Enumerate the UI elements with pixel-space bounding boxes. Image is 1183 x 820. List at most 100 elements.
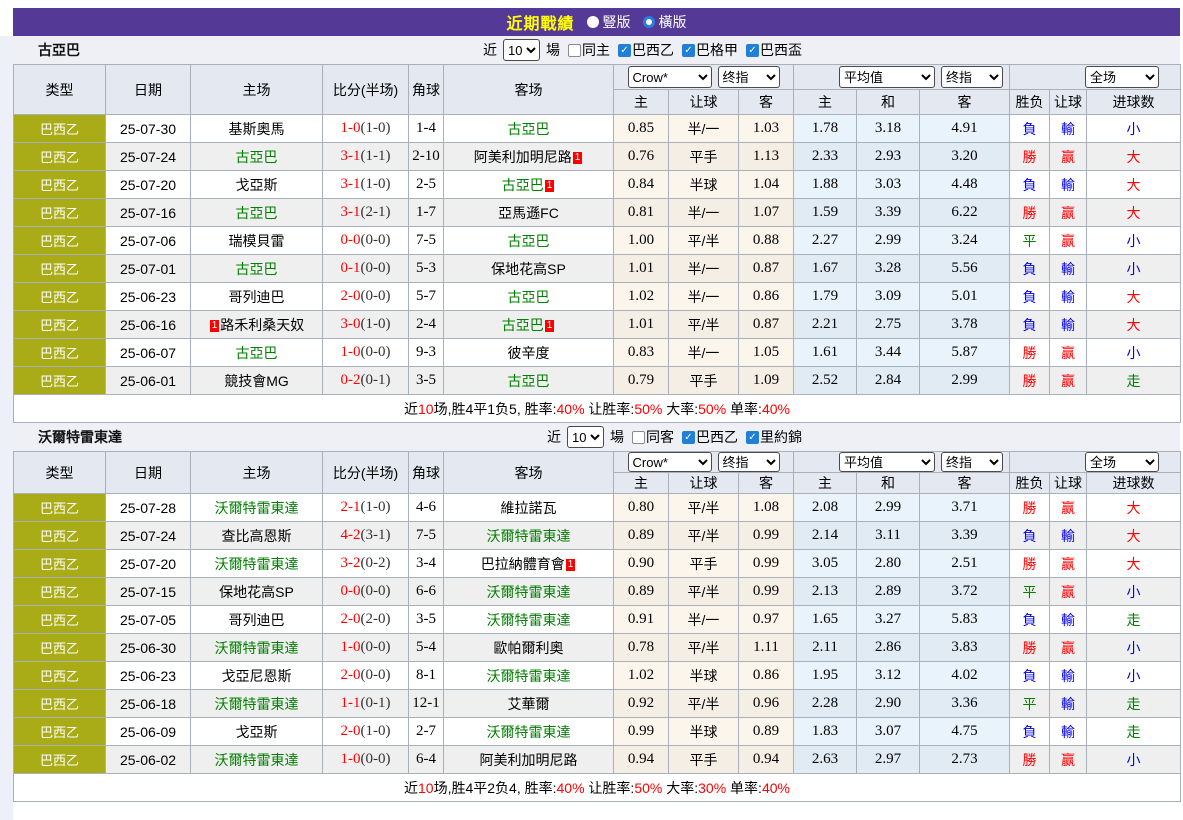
recent-count-select[interactable]: 10 — [503, 39, 540, 61]
result-handicap: 赢 — [1050, 367, 1087, 395]
euro-stage-select[interactable]: 终指 — [941, 66, 1003, 88]
handicap-home-odds: 1.01 — [614, 255, 669, 283]
result-text: 輸 — [1061, 724, 1075, 740]
league-checkbox-2[interactable]: ✓ 巴西盃 — [746, 40, 802, 60]
bookmaker-select[interactable]: Crow* — [628, 452, 712, 472]
radio-vertical-label: 豎版 — [603, 12, 631, 32]
league-cell: 巴西乙 — [14, 143, 106, 171]
col-header-type: 类型 — [14, 452, 106, 494]
home-team-cell: 1路禾利桑天奴 — [191, 311, 323, 339]
result-outcome: 負 — [1010, 283, 1050, 311]
match-row: 巴西乙25-06-09戈亞斯2-0(1-0)2-7沃爾特雷東達0.99半球0.8… — [14, 718, 1181, 746]
col-header-away: 客场 — [444, 452, 614, 494]
result-text: 負 — [1023, 668, 1037, 684]
team-name: 戈亞斯 — [236, 177, 278, 193]
euro-avg-select[interactable]: 平均值 — [839, 452, 935, 472]
result-text: 負 — [1023, 724, 1037, 740]
home-team-cell: 沃爾特雷東達 — [191, 550, 323, 578]
result-goals: 大 — [1087, 143, 1181, 171]
asian-stage-select[interactable]: 终指 — [718, 452, 780, 472]
summary-row: 近10场,胜4平1负5, 胜率:40% 让胜率:50% 大率:50% 单率:40… — [14, 395, 1181, 423]
date-cell: 25-07-06 — [106, 227, 191, 255]
score-half: (0-2) — [361, 555, 391, 571]
result-text: 赢 — [1061, 373, 1075, 389]
team-section-home: 古亞巴 近 10 場 同主 ✓ 巴西乙 ✓ 巴格甲 ✓ — [13, 36, 1180, 423]
league-tag: 巴西乙 — [40, 669, 79, 684]
score-half: (1-0) — [361, 316, 391, 332]
result-handicap: 輸 — [1050, 522, 1087, 550]
handicap-line: 半球 — [669, 718, 739, 746]
corner-cell: 5-3 — [409, 255, 444, 283]
col-header-score: 比分(半场) — [323, 65, 409, 115]
result-handicap: 赢 — [1050, 550, 1087, 578]
score-cell: 1-1(0-1) — [323, 690, 409, 718]
team-name: 沃爾特雷東達 — [487, 724, 571, 740]
layout-radio-vertical[interactable]: 豎版 — [587, 12, 631, 32]
league-checkbox-1[interactable]: ✓ 里約錦 — [746, 427, 802, 447]
match-row: 巴西乙25-06-30沃爾特雷東達1-0(0-0)5-4歐帕爾利奧0.78平/半… — [14, 634, 1181, 662]
asian-stage-select[interactable]: 终指 — [718, 66, 780, 88]
scope-select[interactable]: 全场 — [1085, 66, 1159, 88]
corner-cell: 6-6 — [409, 578, 444, 606]
scope-select[interactable]: 全场 — [1085, 452, 1159, 472]
topbar: 近期戰績 豎版 橫版 — [13, 8, 1180, 36]
league-cell: 巴西乙 — [14, 550, 106, 578]
league-cell: 巴西乙 — [14, 634, 106, 662]
handicap-away-odds: 0.96 — [739, 690, 794, 718]
bookmaker-select[interactable]: Crow* — [628, 66, 712, 88]
result-goals: 大 — [1087, 171, 1181, 199]
result-goals: 小 — [1087, 339, 1181, 367]
league-checkbox-1[interactable]: ✓ 巴格甲 — [682, 40, 738, 60]
col-header-corner: 角球 — [409, 452, 444, 494]
result-outcome: 負 — [1010, 718, 1050, 746]
result-text: 負 — [1023, 261, 1037, 277]
card-badge: 1 — [545, 180, 555, 192]
handicap-away-odds: 0.89 — [739, 718, 794, 746]
euro-stage-select[interactable]: 终指 — [941, 452, 1003, 472]
result-goals: 小 — [1087, 746, 1181, 774]
result-text: 勝 — [1023, 345, 1037, 361]
handicap-away-odds: 1.07 — [739, 199, 794, 227]
euro-home-odds: 2.14 — [794, 522, 857, 550]
league-tag: 巴西乙 — [40, 262, 79, 277]
result-text: 負 — [1023, 289, 1037, 305]
euro-away-odds: 4.02 — [920, 662, 1010, 690]
league-cell: 巴西乙 — [14, 171, 106, 199]
result-handicap: 赢 — [1050, 578, 1087, 606]
score-cell: 0-2(0-1) — [323, 367, 409, 395]
euro-away-odds: 3.36 — [920, 690, 1010, 718]
away-team-cell: 沃爾特雷東達 — [444, 522, 614, 550]
result-text: 輸 — [1061, 528, 1075, 544]
score-main: 1-0 — [341, 751, 361, 767]
col-header-score: 比分(半场) — [323, 452, 409, 494]
score-cell: 0-0(0-0) — [323, 227, 409, 255]
team-name: 古亞巴 — [236, 205, 278, 221]
league-cell: 巴西乙 — [14, 199, 106, 227]
result-goals: 小 — [1087, 227, 1181, 255]
result-goals: 大 — [1087, 311, 1181, 339]
euro-away-odds: 5.56 — [920, 255, 1010, 283]
score-main: 3-1 — [341, 176, 361, 192]
euro-home-odds: 2.21 — [794, 311, 857, 339]
euro-avg-select[interactable]: 平均值 — [839, 66, 935, 88]
result-text: 平 — [1023, 696, 1037, 712]
euro-away-odds: 3.24 — [920, 227, 1010, 255]
col-header-result: 胜负 — [1010, 473, 1050, 494]
same-venue-checkbox[interactable]: 同主 — [568, 40, 610, 60]
layout-radio-horizontal[interactable]: 橫版 — [643, 12, 687, 32]
same-venue-checkbox[interactable]: 同客 — [632, 427, 674, 447]
euro-home-odds: 2.52 — [794, 367, 857, 395]
handicap-away-odds: 0.86 — [739, 662, 794, 690]
league-cell: 巴西乙 — [14, 718, 106, 746]
recent-count-select[interactable]: 10 — [567, 426, 604, 448]
league-checkbox-0[interactable]: ✓ 巴西乙 — [618, 40, 674, 60]
result-goals: 大 — [1087, 199, 1181, 227]
corner-cell: 8-1 — [409, 662, 444, 690]
euro-home-odds: 2.63 — [794, 746, 857, 774]
result-handicap: 輸 — [1050, 255, 1087, 283]
team-name: 古亞巴 — [508, 121, 550, 137]
page-title: 近期戰績 — [506, 10, 574, 34]
league-checkbox-0[interactable]: ✓ 巴西乙 — [682, 427, 738, 447]
team-name-title: 沃爾特雷東達 — [38, 427, 122, 447]
team-name: 古亞巴 — [236, 345, 278, 361]
